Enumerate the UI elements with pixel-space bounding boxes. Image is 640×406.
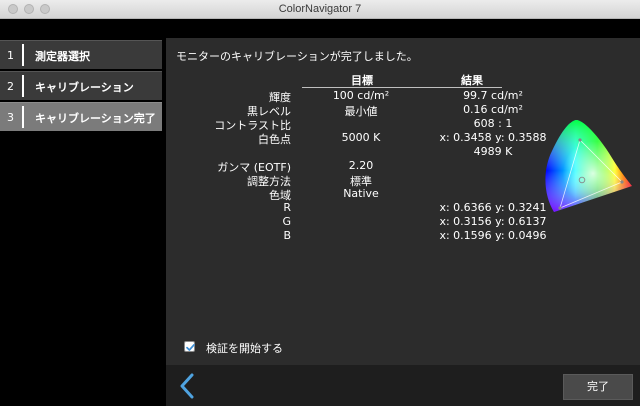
column-header-target: 目標 <box>351 74 373 87</box>
title-bar: ColorNavigator 7 <box>0 0 640 19</box>
result-black-level: 0.16 cd/m² <box>463 103 523 116</box>
target-black-level: 最小値 <box>344 105 378 118</box>
primary-g-point <box>578 138 582 142</box>
step-number: 2 <box>7 80 14 93</box>
primary-r-point <box>620 180 624 184</box>
header-divider <box>302 87 502 88</box>
window-title: ColorNavigator 7 <box>278 3 362 15</box>
target-gamut: Native <box>343 187 379 200</box>
toolbar-area <box>0 19 640 38</box>
step-label: キャリブレーション完了 <box>35 112 156 125</box>
sidebar-step-3[interactable]: 3 キャリブレーション完了 <box>0 102 162 131</box>
checkmark-icon <box>186 343 195 351</box>
step-number: 3 <box>7 111 14 124</box>
step-number: 1 <box>7 49 14 62</box>
row-label-white-point: 白色点 <box>258 133 291 146</box>
column-header-result: 結果 <box>461 74 483 87</box>
primary-b-point <box>558 206 562 210</box>
sidebar-step-1[interactable]: 1 測定器選択 <box>0 40 162 69</box>
completion-heading: モニターのキャリブレーションが完了しました。 <box>176 50 418 63</box>
target-gamma: 2.20 <box>348 159 374 172</box>
main-panel: モニターのキャリブレーションが完了しました。 目標 結果 輝度 100 cd/m… <box>166 38 640 365</box>
chromaticity-diagram <box>545 120 632 212</box>
chevron-left-icon <box>180 373 194 399</box>
verify-label: 検証を開始する <box>206 342 283 355</box>
step-divider <box>22 75 24 97</box>
target-luminance: 100 cd/m² <box>332 89 390 102</box>
target-white-point: 5000 K <box>341 131 381 144</box>
step-divider <box>22 106 24 128</box>
sidebar: 1 測定器選択 2 キャリブレーション 3 キャリブレーション完了 <box>0 38 166 406</box>
sidebar-step-2[interactable]: 2 キャリブレーション <box>0 71 162 100</box>
white-region <box>545 120 632 212</box>
row-label-b: B <box>283 229 291 242</box>
done-button[interactable]: 完了 <box>563 374 633 400</box>
result-b: x: 0.1596 y: 0.0496 <box>439 229 547 242</box>
footer-bar: 完了 <box>166 365 640 406</box>
step-label: 測定器選択 <box>35 50 90 63</box>
row-label-g: G <box>282 215 291 228</box>
row-label-r: R <box>283 201 291 214</box>
step-label: キャリブレーション <box>35 81 134 94</box>
step-divider <box>22 44 24 66</box>
result-luminance: 99.7 cd/m² <box>463 89 523 102</box>
verify-checkbox[interactable] <box>184 341 195 352</box>
back-button[interactable] <box>176 371 198 401</box>
